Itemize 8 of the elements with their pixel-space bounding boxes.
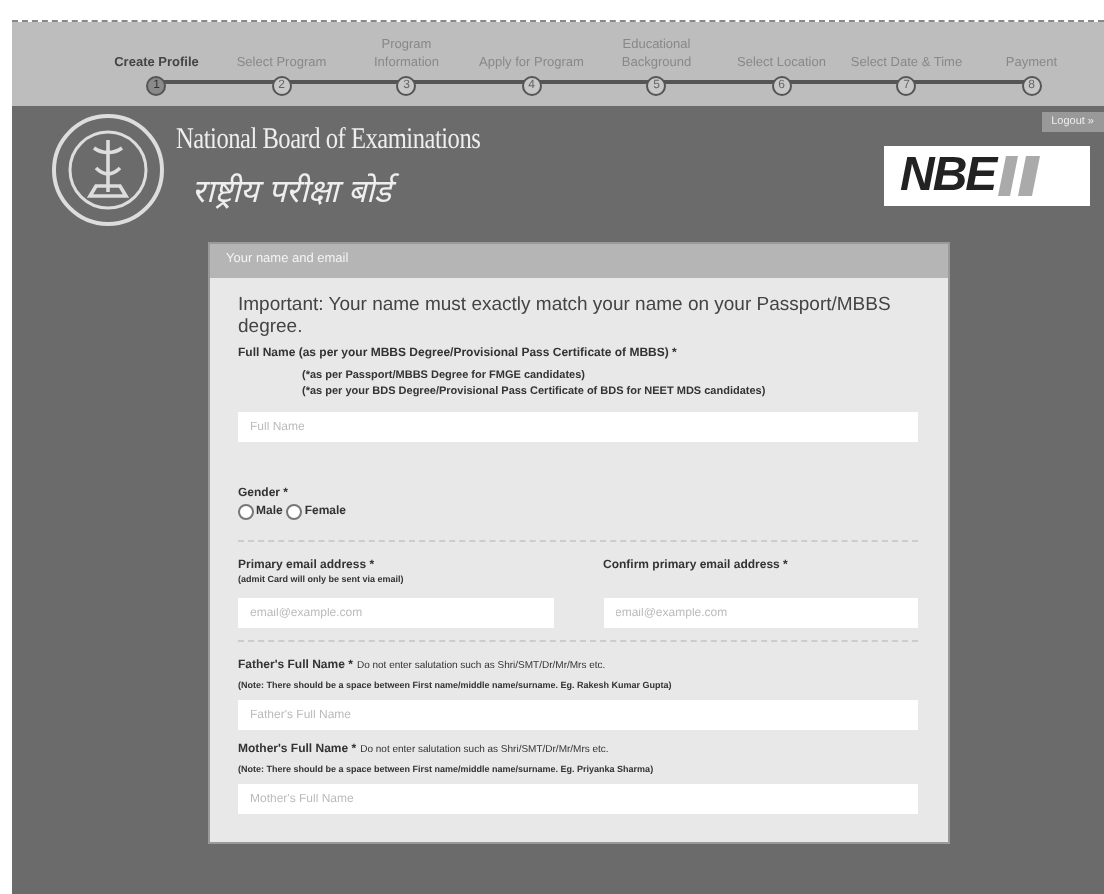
radio-button[interactable] — [238, 504, 254, 520]
logo: NBE — [884, 146, 1090, 206]
site-title: National Board of Examinations — [176, 124, 481, 158]
emblem-icon — [50, 112, 166, 228]
notice-text: Important: Your name must exactly match your name on your Passport/MBBS degree. — [238, 296, 893, 338]
radio-button[interactable] — [286, 504, 303, 520]
stripes-icon — [997, 156, 1042, 196]
hindi-title: राष्ट्रीय परीक्षा बोर्ड — [192, 168, 548, 212]
